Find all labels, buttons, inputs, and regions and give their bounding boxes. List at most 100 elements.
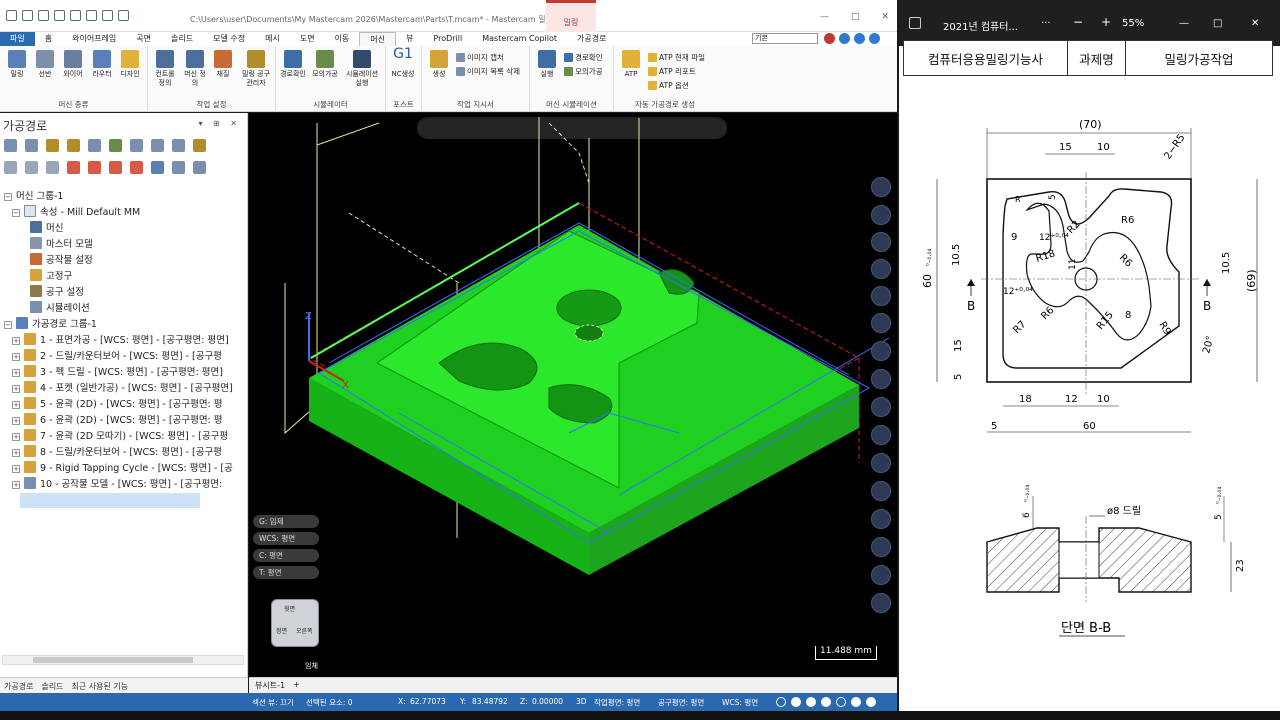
pan-icon[interactable] (871, 286, 891, 306)
cplane-pill[interactable]: C: 평면 (253, 549, 319, 562)
tab-recent-functions[interactable]: 최근 사용된 기능 (68, 678, 133, 693)
move-down-icon[interactable] (67, 161, 80, 174)
view-sheet-tab[interactable]: 뷰시트-1 (255, 680, 285, 691)
layer-icon[interactable] (871, 509, 891, 529)
lathe-button[interactable]: 선반 (32, 50, 58, 79)
tab-view[interactable]: 뷰 (396, 32, 423, 46)
cube-top-face[interactable]: 윗면 (284, 604, 295, 613)
machine-backplot-button[interactable]: 경로확인 (564, 52, 603, 63)
tree-item-tool-setup[interactable]: 공구 설정 (4, 285, 244, 301)
wcs-status[interactable]: WCS: 평면 (722, 697, 758, 708)
rotate-icon[interactable] (871, 259, 891, 279)
tab-drafting[interactable]: 도면 (290, 32, 325, 46)
close-button[interactable]: ✕ (881, 12, 889, 22)
gear-icon[interactable] (851, 697, 861, 707)
tab-surfaces[interactable]: 곡면 (126, 32, 161, 46)
backplot-button[interactable]: 경로확인 (280, 50, 306, 79)
verify-icon[interactable] (109, 139, 122, 152)
insert-arrow-row[interactable] (4, 493, 244, 509)
section-view-status[interactable]: 섹션 뷰: 끄기 (252, 697, 294, 708)
tab-machine[interactable]: 머신 (359, 32, 397, 46)
print-icon[interactable] (70, 10, 81, 21)
operation-row[interactable]: +9 - Rigid Tapping Cycle - [WCS: 평면] - [… (4, 461, 244, 477)
select-all-icon[interactable] (4, 139, 17, 152)
level-icon[interactable] (871, 397, 891, 417)
router-button[interactable]: 라우터 (89, 50, 115, 79)
operation-row[interactable]: +3 - 펙 드릴 - [WCS: 평면] - [공구평면: 평면] (4, 365, 244, 381)
tab-transform[interactable]: 이동 (325, 32, 360, 46)
graphics-viewport[interactable]: Z X G: 임제 WCS: 평면 C: 평면 T: 평면 윗면 정면 오른쪽 … (249, 113, 897, 677)
tab-toolpaths[interactable]: 가공경로 (567, 32, 616, 46)
control-def-button[interactable]: 컨트롤 정의 (152, 50, 178, 88)
simulate-icon[interactable] (130, 139, 143, 152)
save-icon[interactable] (38, 10, 49, 21)
tab-wireframe[interactable]: 와이어프레임 (62, 32, 126, 46)
graphics-view-pill[interactable]: G: 임제 (253, 515, 319, 528)
edge-icon[interactable] (821, 697, 831, 707)
post-button[interactable]: G1 NC생성 (390, 47, 416, 79)
machine-sim-run-button[interactable]: 실행 (534, 50, 560, 79)
tree-property[interactable]: − 속성 - Mill Default MM (4, 205, 244, 221)
tab-solids[interactable]: 솔리드 (161, 32, 203, 46)
tree-item-stock-setup[interactable]: 공작물 설정 (4, 253, 244, 269)
backplot-icon[interactable] (88, 139, 101, 152)
cplane-status[interactable]: 작업평면: 평면 (594, 697, 640, 708)
pin-icon[interactable] (193, 139, 206, 152)
minimize-button[interactable]: — (820, 12, 829, 22)
shading-icon[interactable] (871, 341, 891, 361)
tab-copilot[interactable]: Mastercam Copilot (472, 32, 567, 46)
zoom-in-view-icon[interactable] (871, 177, 891, 197)
cancel-icon[interactable] (871, 593, 891, 613)
operation-row[interactable]: +5 - 윤곽 (2D) - [WCS: 평면] - [공구평면: 평 (4, 397, 244, 413)
tool-manager-button[interactable]: 밀링 공구 관리자 (240, 50, 272, 88)
maximize-button[interactable]: □ (851, 12, 860, 22)
measure-icon[interactable] (871, 453, 891, 473)
regenerate-icon[interactable] (46, 139, 59, 152)
cube-right-face[interactable]: 오른쪽 (296, 626, 313, 635)
operation-row[interactable]: +6 - 윤곽 (2D) - [WCS: 평면] - [공구평면: 평 (4, 413, 244, 429)
tab-solids-panel[interactable]: 솔리드 (37, 678, 67, 693)
section-icon[interactable] (871, 313, 891, 333)
operation-row[interactable]: +10 - 공작물 모델 - [WCS: 평면] - [공구평면: (4, 477, 244, 493)
dropdown-icon[interactable] (839, 33, 850, 44)
tree-item-master-model[interactable]: 마스터 모델 (4, 237, 244, 253)
render-icon[interactable] (791, 697, 801, 707)
regen-dirty-icon[interactable] (67, 139, 80, 152)
mill-button[interactable]: 밀링 (4, 50, 30, 79)
atp-options-button[interactable]: ATP 옵션 (648, 80, 689, 91)
zoom-in-button[interactable]: + (1101, 15, 1111, 29)
select-invalid-icon[interactable] (25, 139, 38, 152)
view-cube[interactable]: 윗면 정면 오른쪽 (271, 599, 319, 647)
tree-item-fixture[interactable]: 고정구 (4, 269, 244, 285)
save-as-icon[interactable] (54, 10, 65, 21)
g1-post-icon[interactable] (172, 139, 185, 152)
open-file-icon[interactable] (22, 10, 33, 21)
new-file-icon[interactable] (6, 10, 17, 21)
analyze-icon[interactable] (871, 481, 891, 501)
horizontal-scrollbar[interactable] (2, 655, 244, 665)
up-icon[interactable] (854, 33, 865, 44)
worksheet-create-button[interactable]: 생성 (426, 50, 452, 79)
tplane-pill[interactable]: T: 평면 (253, 566, 319, 579)
simulation-run-button[interactable]: 시뮬레이션 실행 (344, 50, 380, 88)
atp-button[interactable]: ATP (618, 50, 644, 79)
mail-icon[interactable] (86, 10, 97, 21)
tab-home[interactable]: 홈 (35, 32, 62, 46)
atp-current-file-button[interactable]: ATP 현재 파일 (648, 52, 705, 63)
zoom-window-icon[interactable] (871, 205, 891, 225)
clear-images-button[interactable]: 이미지 목록 삭제 (456, 66, 520, 77)
tab-file[interactable]: 파일 (0, 32, 35, 46)
post-icon[interactable] (151, 139, 164, 152)
fit-icon[interactable] (871, 232, 891, 252)
record-icon[interactable] (824, 33, 835, 44)
machine-def-button[interactable]: 머신 정의 (182, 50, 208, 88)
context-tab-milling[interactable]: 밀링 (546, 0, 596, 32)
tree-machine-group[interactable]: − 머신 그룹-1 (4, 189, 244, 205)
wireframe-icon[interactable] (871, 369, 891, 389)
lock-view-icon[interactable] (871, 565, 891, 585)
viewer-minimize-button[interactable]: — (1179, 18, 1189, 29)
zoom-out-button[interactable]: − (1073, 15, 1083, 29)
tab-toolpaths-panel[interactable]: 가공경로 (0, 678, 37, 693)
help-icon[interactable] (869, 33, 880, 44)
capture-image-button[interactable]: 이미지 캡처 (456, 52, 504, 63)
